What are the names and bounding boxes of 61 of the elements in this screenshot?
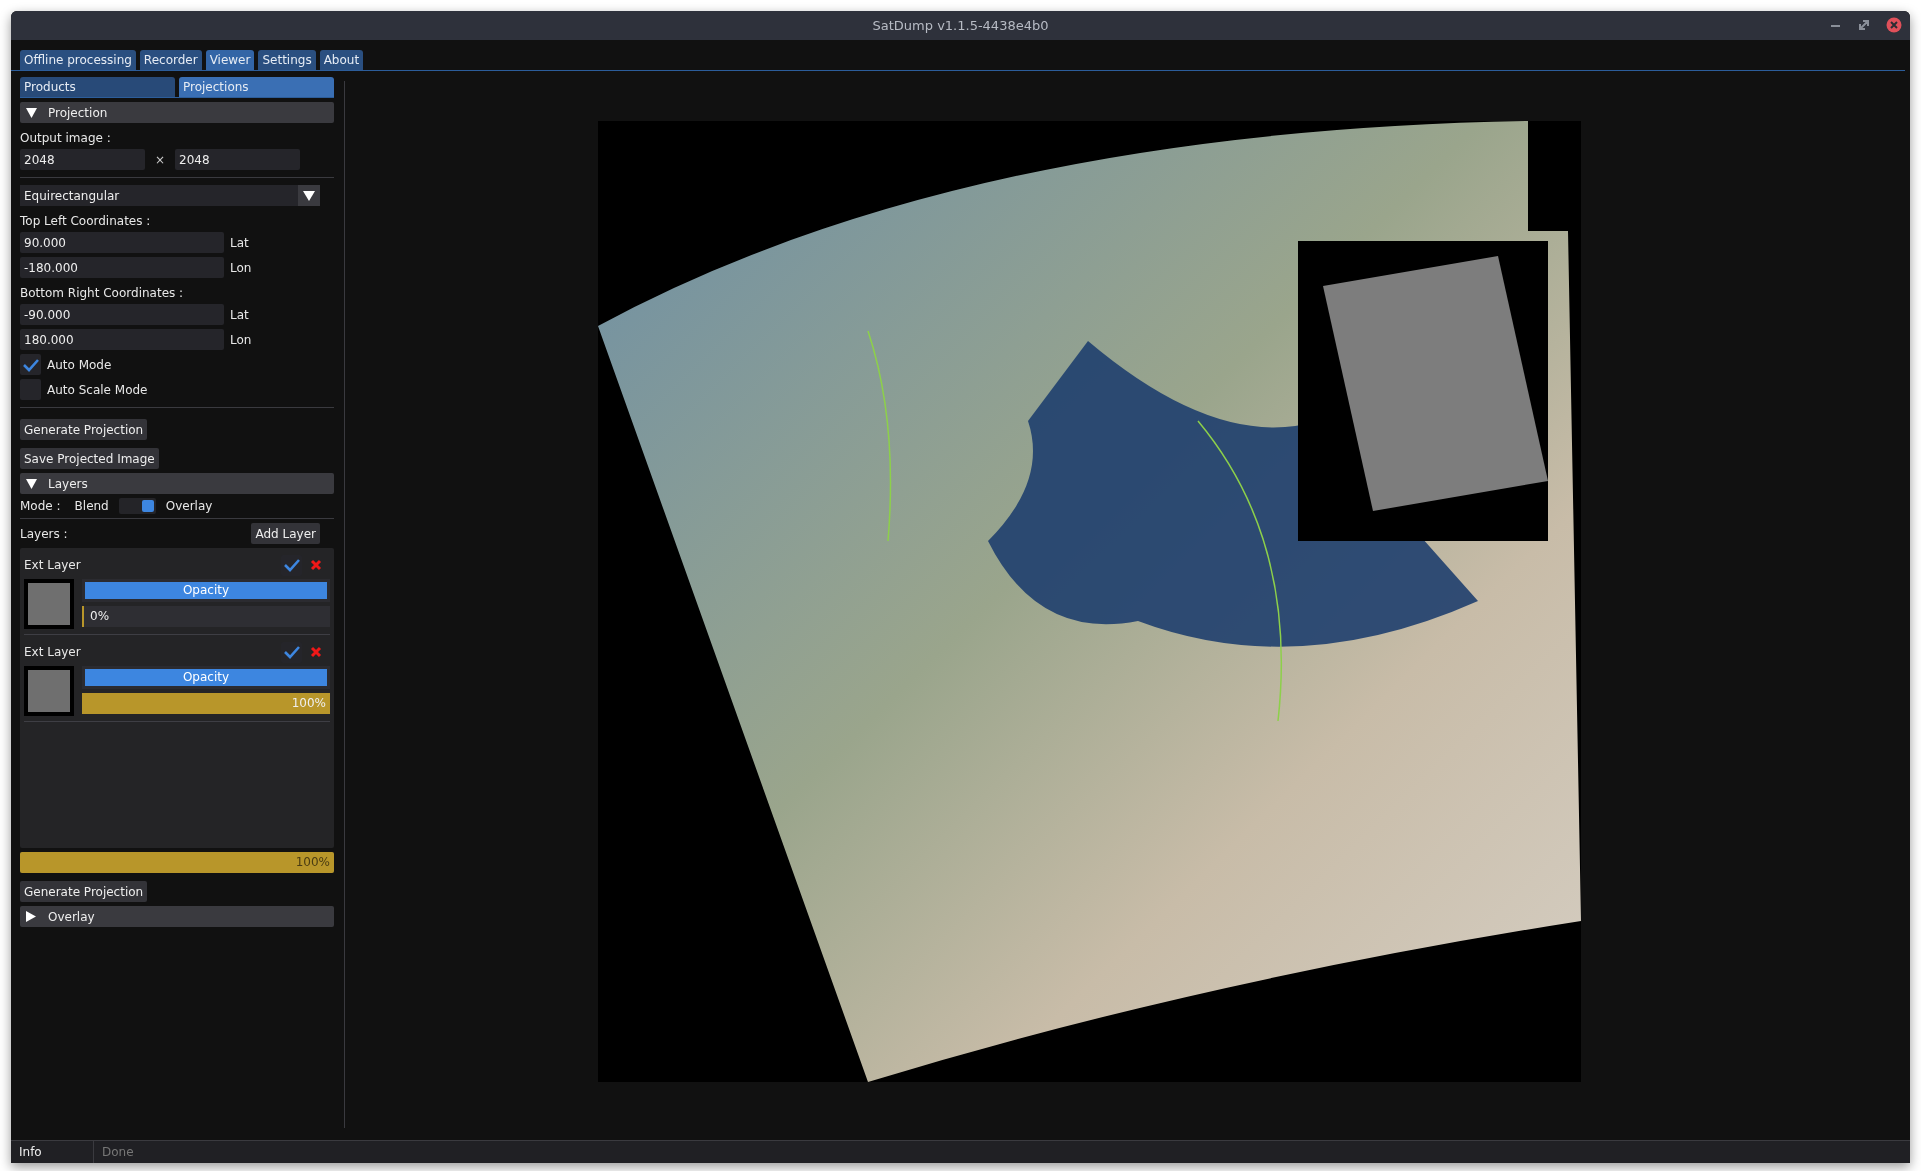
main-tab[interactable]: Viewer [205,50,255,70]
window-title: SatDump v1.1.5-4438e4b0 [872,18,1049,33]
status-message: Done [101,1144,134,1161]
coordinate-field[interactable]: 90.000 [20,232,224,253]
opacity-label-bar: Opacity [82,579,330,602]
coordinates-label: Top Left Coordinates : [20,214,152,228]
projection-dropdown[interactable]: Equirectangular [20,185,320,206]
collapse-icon [26,478,38,489]
unit-label: Lon [230,332,252,347]
coordinates-label: Bottom Right Coordinates : [20,286,185,300]
dropdown-arrow-icon [303,190,315,201]
action-button[interactable]: Save Projected Image [20,448,159,469]
opacity-slider[interactable]: 0% [82,606,330,627]
unit-label: Lon [230,260,252,275]
times-sign: × [153,152,167,167]
checkbox[interactable] [20,379,41,400]
collapse-icon [26,107,38,118]
checkbox[interactable] [20,354,41,375]
delete-icon[interactable] [310,646,322,658]
layer-name: Ext Layer [24,645,82,659]
mode-label: Mode : [20,499,61,513]
layer-thumbnail-placeholder [24,666,74,716]
section-header[interactable]: Projection [20,102,334,123]
mode-option-label: Blend [74,499,109,513]
mode-option-label: Overlay [165,499,213,513]
width-field[interactable]: 2048 [20,149,145,170]
action-button[interactable]: Generate Projection [20,419,148,440]
section-header[interactable]: Layers [20,473,334,494]
height-field[interactable]: 2048 [175,149,300,170]
main-tab[interactable]: Offline processing [20,50,136,70]
unit-label: Lat [230,307,249,322]
output-image-label: Output image : [20,131,112,145]
generate-projection-button[interactable]: Generate Projection [20,881,148,902]
main-tab[interactable]: Settings [258,50,316,70]
layer-thumbnail-placeholder [24,579,74,629]
progress-value: 100% [295,855,330,869]
maximize-icon[interactable] [1858,19,1870,31]
checkbox-label: Auto Scale Mode [47,382,148,397]
main-tab[interactable]: Recorder [139,50,202,70]
opacity-label-bar: Opacity [82,666,330,689]
mode-toggle[interactable] [118,498,156,514]
layer-enabled-checkbox[interactable] [281,554,302,576]
close-icon[interactable] [1886,17,1902,33]
section-header[interactable]: Overlay [20,906,334,927]
coordinate-field[interactable]: -180.000 [20,257,224,278]
layers-label: Layers : [20,526,68,541]
coordinate-field[interactable]: 180.000 [20,329,224,350]
opacity-value: 0% [90,609,110,623]
add-layer-button[interactable]: Add Layer [251,523,320,544]
checkbox-label: Auto Mode [47,357,112,372]
status-label: Info [11,1141,94,1163]
sub-tab[interactable]: Products [20,77,175,97]
expand-icon [26,910,36,923]
opacity-value: 100% [291,696,326,710]
main-tab[interactable]: About [319,50,364,70]
coordinate-field[interactable]: -90.000 [20,304,224,325]
layer-name: Ext Layer [24,558,82,572]
layer-enabled-checkbox[interactable] [281,641,302,663]
sub-tab[interactable]: Projections [179,77,334,97]
delete-icon[interactable] [310,559,322,571]
unit-label: Lat [230,235,249,250]
